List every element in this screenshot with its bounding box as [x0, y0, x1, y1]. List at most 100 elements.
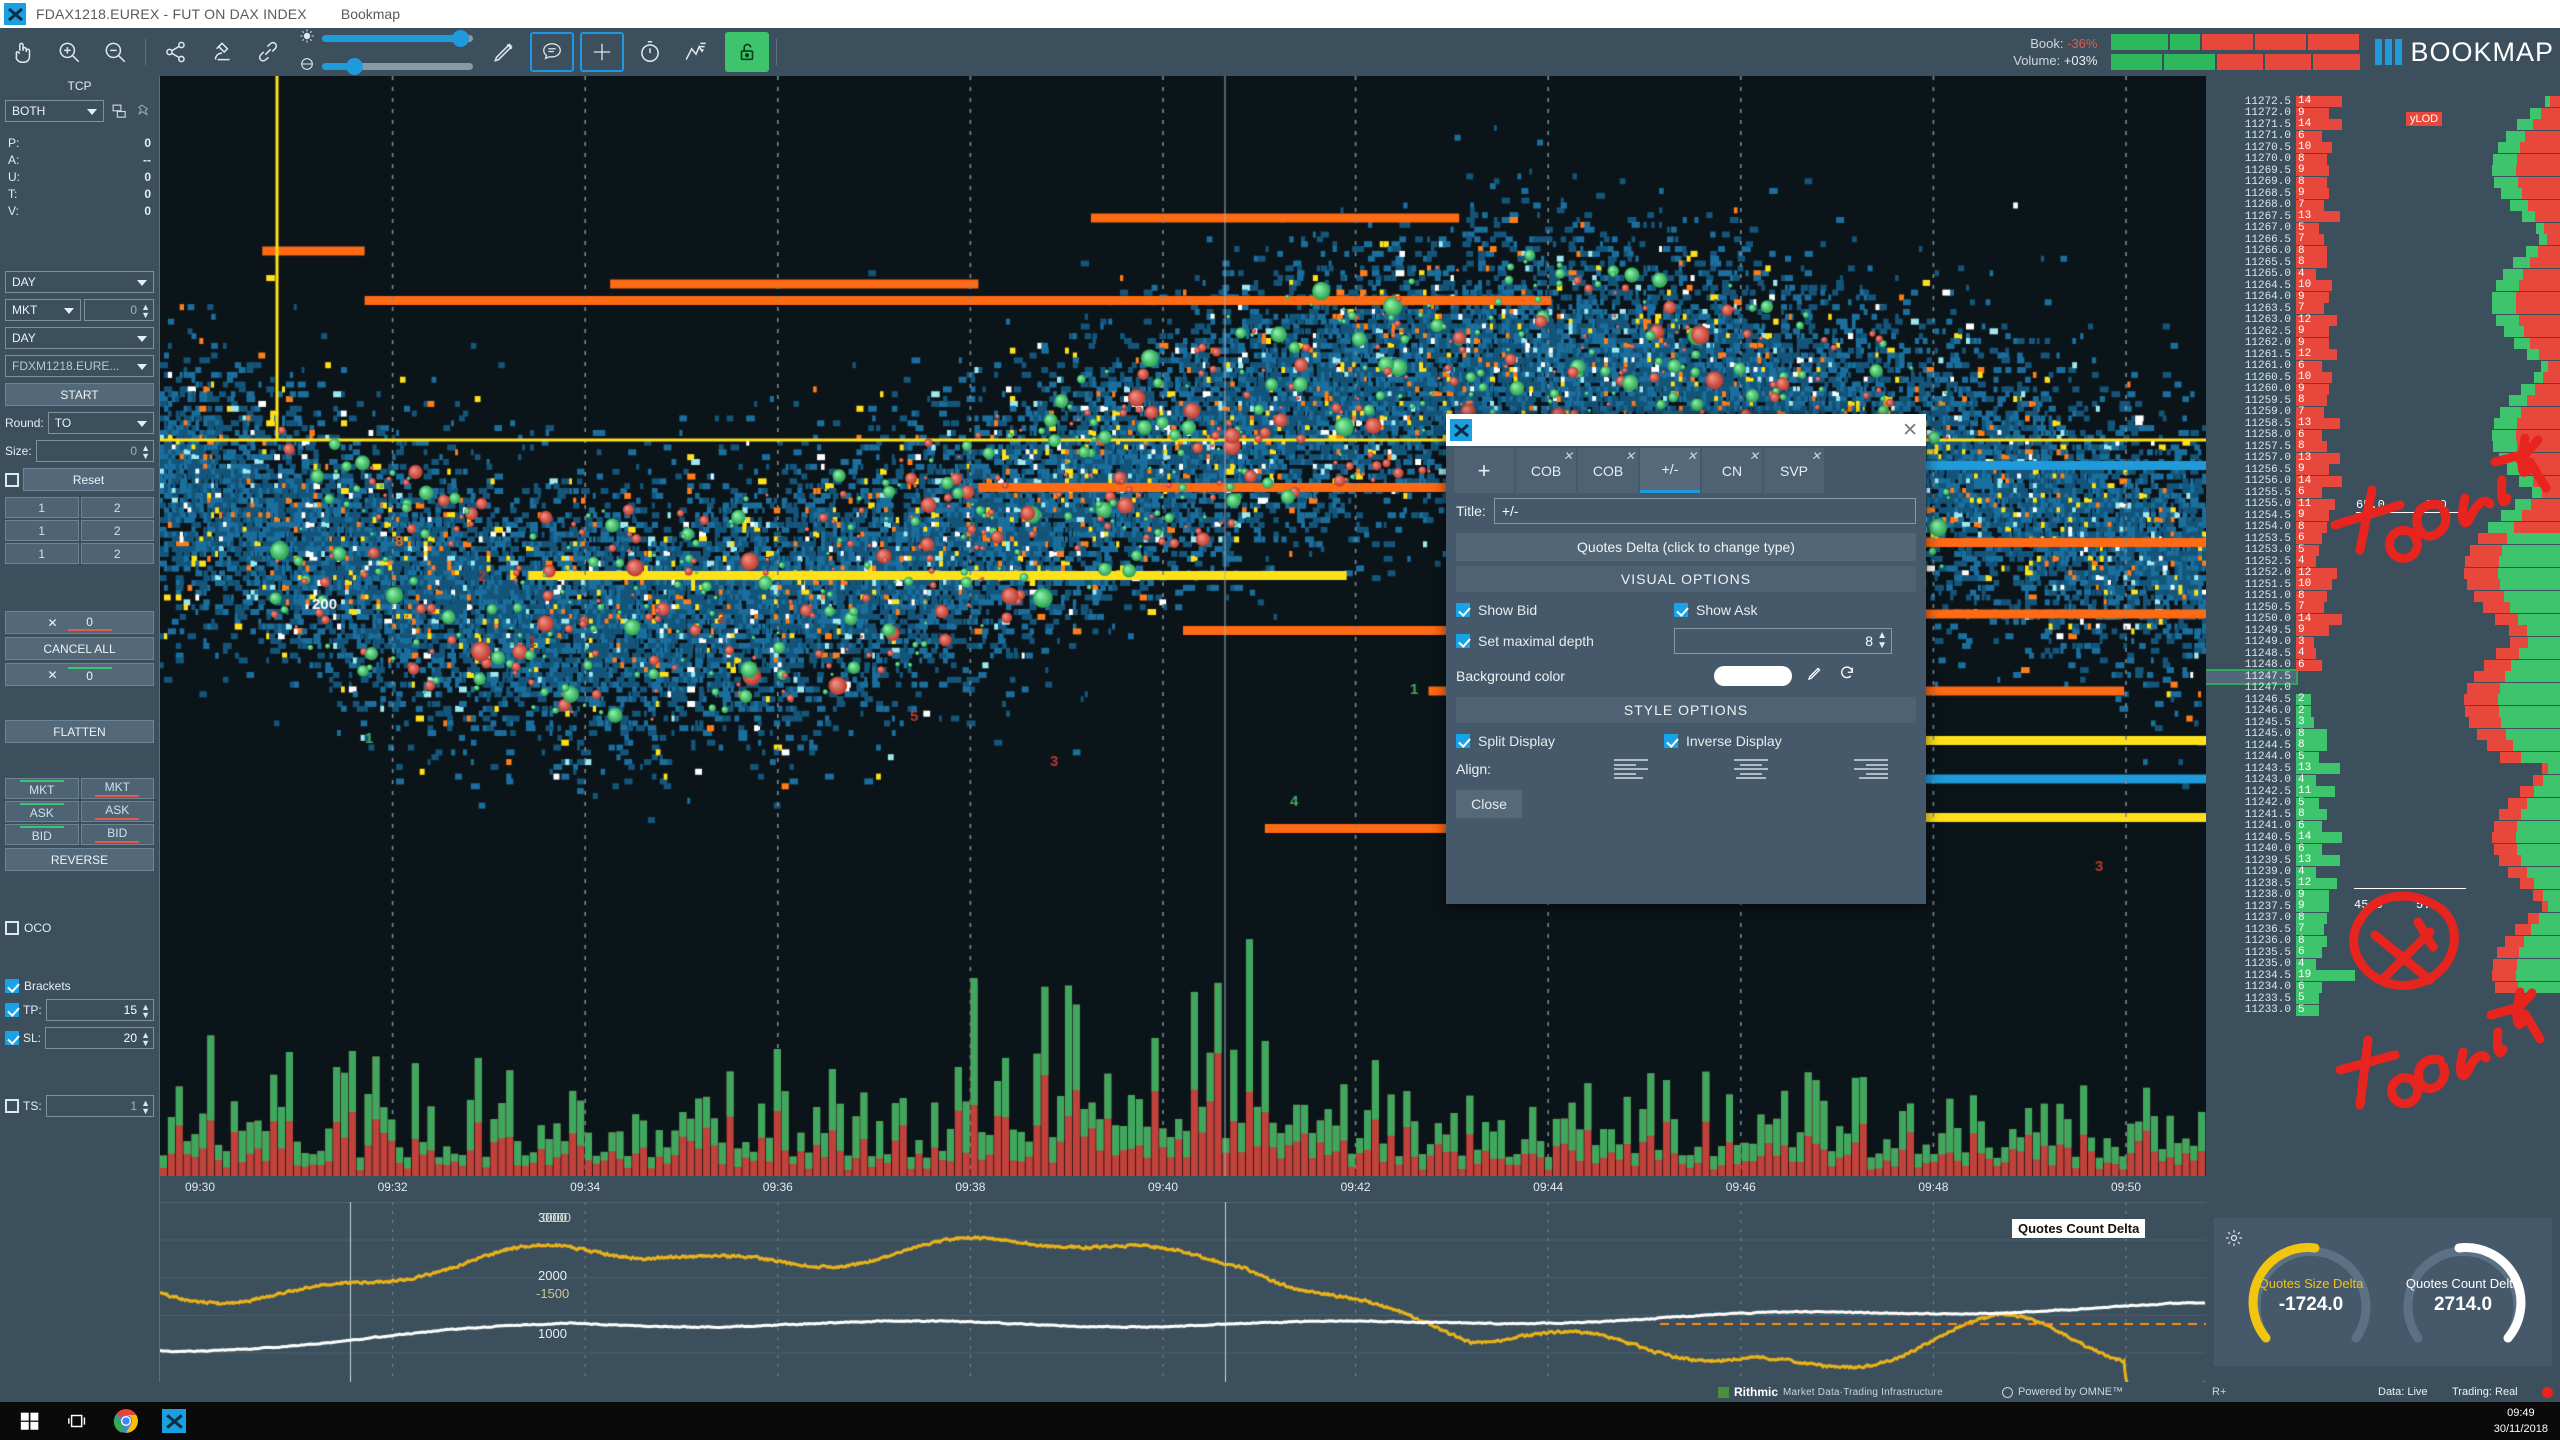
note-icon[interactable]	[530, 32, 574, 72]
buy-bid-button[interactable]: BID	[5, 824, 79, 845]
split-display-checkbox[interactable]	[1456, 734, 1470, 748]
ladder-size-bar: 9	[2296, 384, 2329, 395]
sell-mkt-button[interactable]: MKT	[81, 778, 155, 799]
chrome-icon[interactable]	[106, 1404, 146, 1438]
inverse-display-checkbox[interactable]	[1664, 734, 1678, 748]
stopwatch-icon[interactable]	[627, 31, 673, 73]
buy-ask-button[interactable]: ASK	[5, 801, 79, 822]
sl-checkbox[interactable]	[5, 1031, 19, 1045]
reset-button[interactable]: Reset	[23, 468, 154, 491]
zoom-out-icon[interactable]	[92, 31, 138, 73]
indicator-pane[interactable]: 3000 0000 2000 -1500 1000 Quotes Count D…	[160, 1202, 2206, 1390]
tab-cob-2[interactable]: COB✕	[1578, 448, 1638, 493]
taskbar-clock[interactable]: 09:49 30/11/2018	[2494, 1405, 2548, 1437]
reset-icon[interactable]	[1838, 664, 1856, 687]
crosshair-icon[interactable]	[580, 32, 624, 72]
inverse-display-row[interactable]: Inverse Display	[1664, 733, 1782, 749]
eyedropper-icon[interactable]	[1806, 664, 1824, 687]
ladder-price: 11234.5	[2206, 970, 2296, 982]
brightness-slider[interactable]	[322, 35, 473, 42]
tab-plusminus[interactable]: +/-✕	[1640, 448, 1700, 493]
background-color-swatch[interactable]	[1714, 666, 1792, 686]
start-button[interactable]: START	[5, 383, 154, 406]
close-icon[interactable]: ✕	[1625, 449, 1635, 463]
align-left-icon[interactable]	[1614, 759, 1648, 779]
tif-select[interactable]: DAY	[5, 271, 154, 293]
zoom-in-icon[interactable]	[46, 31, 92, 73]
price-ladder[interactable]: 11272.51411272.0911271.51411271.0611270.…	[2206, 76, 2560, 1186]
contrast-icon	[299, 56, 315, 77]
tif2-select[interactable]: DAY	[5, 327, 154, 349]
qty-button[interactable]: 1	[5, 543, 79, 564]
align-right-icon[interactable]	[1854, 759, 1888, 779]
bookmap-x-icon[interactable]	[154, 1404, 194, 1438]
sell-ask-button[interactable]: ASK	[81, 801, 155, 822]
tp-input[interactable]: 15▲▼	[46, 999, 154, 1021]
tab-svp[interactable]: SVP✕	[1764, 448, 1824, 493]
oco-checkbox[interactable]	[5, 921, 19, 935]
qty-button[interactable]: 1	[5, 497, 79, 518]
ladder-size-bar: 8	[2296, 177, 2327, 188]
close-button[interactable]: Close	[1456, 790, 1522, 818]
lock-icon[interactable]	[725, 32, 769, 72]
show-bid-checkbox[interactable]	[1456, 603, 1470, 617]
instrument-select[interactable]: FDXM1218.EURE...	[5, 355, 154, 377]
sell-bid-button[interactable]: BID	[81, 824, 155, 845]
max-depth-checkbox[interactable]	[1456, 634, 1470, 648]
close-icon[interactable]: ✕	[1811, 449, 1821, 463]
add-tab-button[interactable]: +	[1454, 448, 1514, 493]
cancel-buy-button[interactable]: ✕ 0	[5, 611, 154, 634]
order-qty-input[interactable]: 0▲▼	[84, 299, 154, 321]
microscope-icon[interactable]	[199, 31, 245, 73]
contrast-slider[interactable]	[322, 63, 473, 70]
svp-bar-secondary	[2494, 844, 2518, 855]
reverse-button[interactable]: REVERSE	[5, 848, 154, 871]
title-input[interactable]: +/-	[1494, 498, 1916, 524]
qty-button[interactable]: 2	[81, 497, 155, 518]
indicators-icon[interactable]	[673, 31, 719, 73]
qty-button[interactable]: 2	[81, 520, 155, 541]
copy-icon[interactable]	[109, 101, 129, 121]
split-display-row[interactable]: Split Display	[1456, 733, 1656, 749]
task-view-icon[interactable]	[58, 1404, 98, 1438]
brackets-checkbox[interactable]	[5, 979, 19, 993]
sl-value: 20	[124, 1031, 137, 1045]
mode-select[interactable]: BOTH	[5, 100, 104, 122]
pin-icon[interactable]	[134, 101, 154, 121]
cancel-sell-button[interactable]: ✕ 0	[5, 663, 154, 686]
share-icon[interactable]	[153, 31, 199, 73]
ts-checkbox[interactable]	[5, 1099, 19, 1113]
tp-checkbox[interactable]	[5, 1003, 19, 1017]
ts-input[interactable]: 1▲▼	[46, 1095, 154, 1117]
max-depth-input[interactable]: 8▲▼	[1674, 628, 1892, 654]
pencil-icon[interactable]	[481, 31, 527, 73]
qty-button[interactable]: 1	[5, 520, 79, 541]
tab-cn[interactable]: CN✕	[1702, 448, 1762, 493]
windows-start-icon[interactable]	[10, 1404, 50, 1438]
type-button[interactable]: Quotes Delta (click to change type)	[1456, 533, 1916, 561]
ladder-size-bar: 6	[2296, 533, 2322, 544]
close-icon[interactable]: ✕	[1687, 449, 1697, 463]
close-icon[interactable]: ✕	[1563, 449, 1573, 463]
flatten-button[interactable]: FLATTEN	[5, 720, 154, 743]
show-ask-checkbox[interactable]	[1674, 603, 1688, 617]
size-input[interactable]: 0▲▼	[36, 440, 154, 462]
hand-tool-icon[interactable]	[0, 31, 46, 73]
align-center-icon[interactable]	[1734, 759, 1768, 779]
link-icon[interactable]	[245, 31, 291, 73]
max-depth-checkbox-row[interactable]: Set maximal depth	[1456, 633, 1666, 649]
order-type-select[interactable]: MKT	[5, 299, 81, 321]
buy-mkt-button[interactable]: MKT	[5, 778, 79, 799]
show-ask-checkbox-row[interactable]: Show Ask	[1674, 602, 1757, 618]
cancel-all-button[interactable]: CANCEL ALL	[5, 637, 154, 660]
reset-checkbox[interactable]	[5, 473, 19, 487]
ladder-size-bar: 9	[2296, 901, 2329, 912]
close-icon[interactable]: ✕	[1902, 419, 1918, 442]
sl-input[interactable]: 20▲▼	[45, 1027, 154, 1049]
tab-cob-1[interactable]: COB✕	[1516, 448, 1576, 493]
indicator-settings-dialog[interactable]: ✕ + COB✕ COB✕ +/-✕ CN✕ SVP✕ Title: +/- Q…	[1446, 414, 1926, 904]
close-icon[interactable]: ✕	[1749, 449, 1759, 463]
show-bid-checkbox-row[interactable]: Show Bid	[1456, 602, 1666, 618]
round-select[interactable]: TO	[48, 412, 154, 434]
qty-button[interactable]: 2	[81, 543, 155, 564]
